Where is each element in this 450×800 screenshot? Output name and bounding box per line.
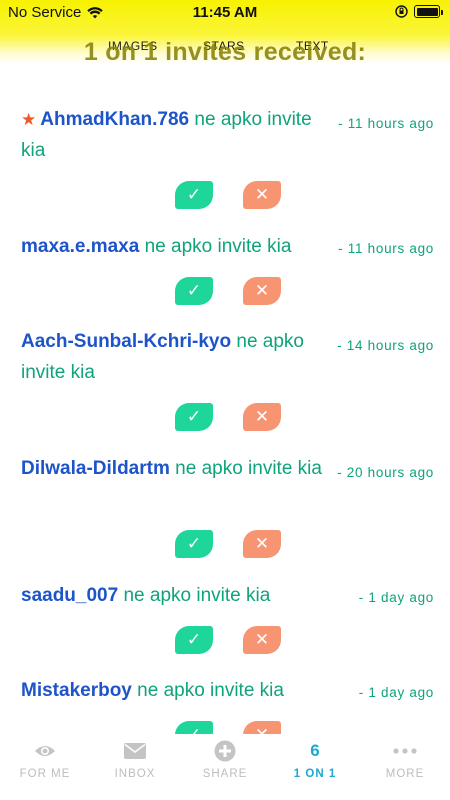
tab-label: SHARE bbox=[202, 768, 248, 780]
invite-text: Aach-Sunbal-Kchri-kyo ne apko invite kia bbox=[21, 326, 341, 388]
tab-1-on-1[interactable]: 6 1 ON 1 bbox=[270, 734, 360, 800]
accept-button[interactable]: ✓ bbox=[175, 530, 213, 558]
invite-message: ne apko invite kia bbox=[144, 236, 292, 257]
reject-button[interactable]: ✕ bbox=[243, 403, 281, 431]
eye-icon bbox=[35, 746, 55, 756]
more-dots-icon bbox=[393, 748, 417, 754]
tab-share[interactable]: SHARE bbox=[180, 734, 270, 800]
invite-username[interactable]: Dilwala-Dildartm bbox=[21, 458, 170, 479]
tab-label: FOR ME bbox=[19, 768, 71, 780]
accept-button[interactable]: ✓ bbox=[175, 626, 213, 654]
close-icon: ✕ bbox=[254, 630, 270, 649]
battery-icon bbox=[414, 5, 443, 18]
invite-time: - 11 hours ago bbox=[338, 241, 434, 256]
checkmark-icon: ✓ bbox=[187, 725, 201, 734]
invite-username[interactable]: Mistakerboy bbox=[21, 680, 132, 701]
invite-message: ne apko invite kia bbox=[137, 680, 284, 701]
bottom-tab-bar: FOR ME INBOX SHARE 6 1 ON 1 MORE bbox=[0, 734, 450, 800]
close-icon: ✕ bbox=[254, 185, 270, 204]
tab-label: INBOX bbox=[114, 768, 156, 780]
tab-inbox[interactable]: INBOX bbox=[90, 734, 180, 800]
invite-time: - 1 day ago bbox=[358, 685, 434, 700]
invite-time: - 20 hours ago bbox=[337, 465, 434, 480]
invite-message: ne apko invite kia bbox=[175, 458, 322, 479]
invite-username[interactable]: maxa.e.maxa bbox=[21, 236, 139, 257]
star-icon: ★ bbox=[21, 110, 37, 129]
tab-label: MORE bbox=[385, 768, 425, 780]
tab-count-badge: 6 bbox=[310, 741, 320, 760]
checkmark-icon: ✓ bbox=[186, 630, 202, 649]
invite-time: - 14 hours ago bbox=[337, 338, 434, 353]
close-icon: ✕ bbox=[254, 281, 270, 300]
checkmark-icon: ✓ bbox=[186, 281, 202, 300]
plus-circle-icon bbox=[214, 740, 236, 762]
accept-button[interactable]: ✓ bbox=[175, 181, 213, 209]
invite-username[interactable]: AhmadKhan.786 bbox=[40, 109, 189, 130]
accept-button[interactable]: ✓ bbox=[175, 721, 213, 734]
status-right bbox=[395, 5, 443, 18]
checkmark-icon: ✓ bbox=[186, 534, 202, 553]
tab-label: 1 ON 1 bbox=[293, 768, 337, 780]
checkmark-icon: ✓ bbox=[186, 407, 202, 426]
accept-button[interactable]: ✓ bbox=[175, 277, 213, 305]
envelope-icon bbox=[124, 743, 146, 759]
invite-text: ★ AhmadKhan.786 ne apko invite kia bbox=[21, 104, 341, 166]
invite-message: ne apko invite kia bbox=[123, 585, 271, 606]
reject-button[interactable]: ✕ bbox=[243, 721, 281, 734]
tab-for-me[interactable]: FOR ME bbox=[0, 734, 90, 800]
invite-time: - 11 hours ago bbox=[338, 116, 434, 131]
reject-button[interactable]: ✕ bbox=[243, 626, 281, 654]
invite-username[interactable]: saadu_007 bbox=[21, 585, 118, 606]
status-bar: No Service 11:45 AM bbox=[0, 0, 450, 24]
invite-list[interactable]: ★ AhmadKhan.786 ne apko invite kia - 11 h… bbox=[0, 64, 450, 734]
close-icon: ✕ bbox=[255, 725, 269, 734]
invite-time: - 1 day ago bbox=[358, 590, 434, 605]
tab-more[interactable]: MORE bbox=[360, 734, 450, 800]
invite-text: Dilwala-Dildartm ne apko invite kia bbox=[21, 453, 341, 484]
reject-button[interactable]: ✕ bbox=[243, 277, 281, 305]
header: No Service 11:45 AM IMAGES STARS TEXT 1 … bbox=[0, 0, 450, 66]
page-title: 1 on 1 invites received: bbox=[83, 38, 367, 66]
reject-button[interactable]: ✕ bbox=[243, 181, 281, 209]
close-icon: ✕ bbox=[254, 534, 270, 553]
status-time: 11:45 AM bbox=[192, 4, 258, 21]
orientation-lock-icon bbox=[395, 5, 408, 18]
reject-button[interactable]: ✕ bbox=[243, 530, 281, 558]
accept-button[interactable]: ✓ bbox=[175, 403, 213, 431]
checkmark-icon: ✓ bbox=[186, 185, 202, 204]
close-icon: ✕ bbox=[254, 407, 270, 426]
invite-username[interactable]: Aach-Sunbal-Kchri-kyo bbox=[21, 331, 231, 352]
